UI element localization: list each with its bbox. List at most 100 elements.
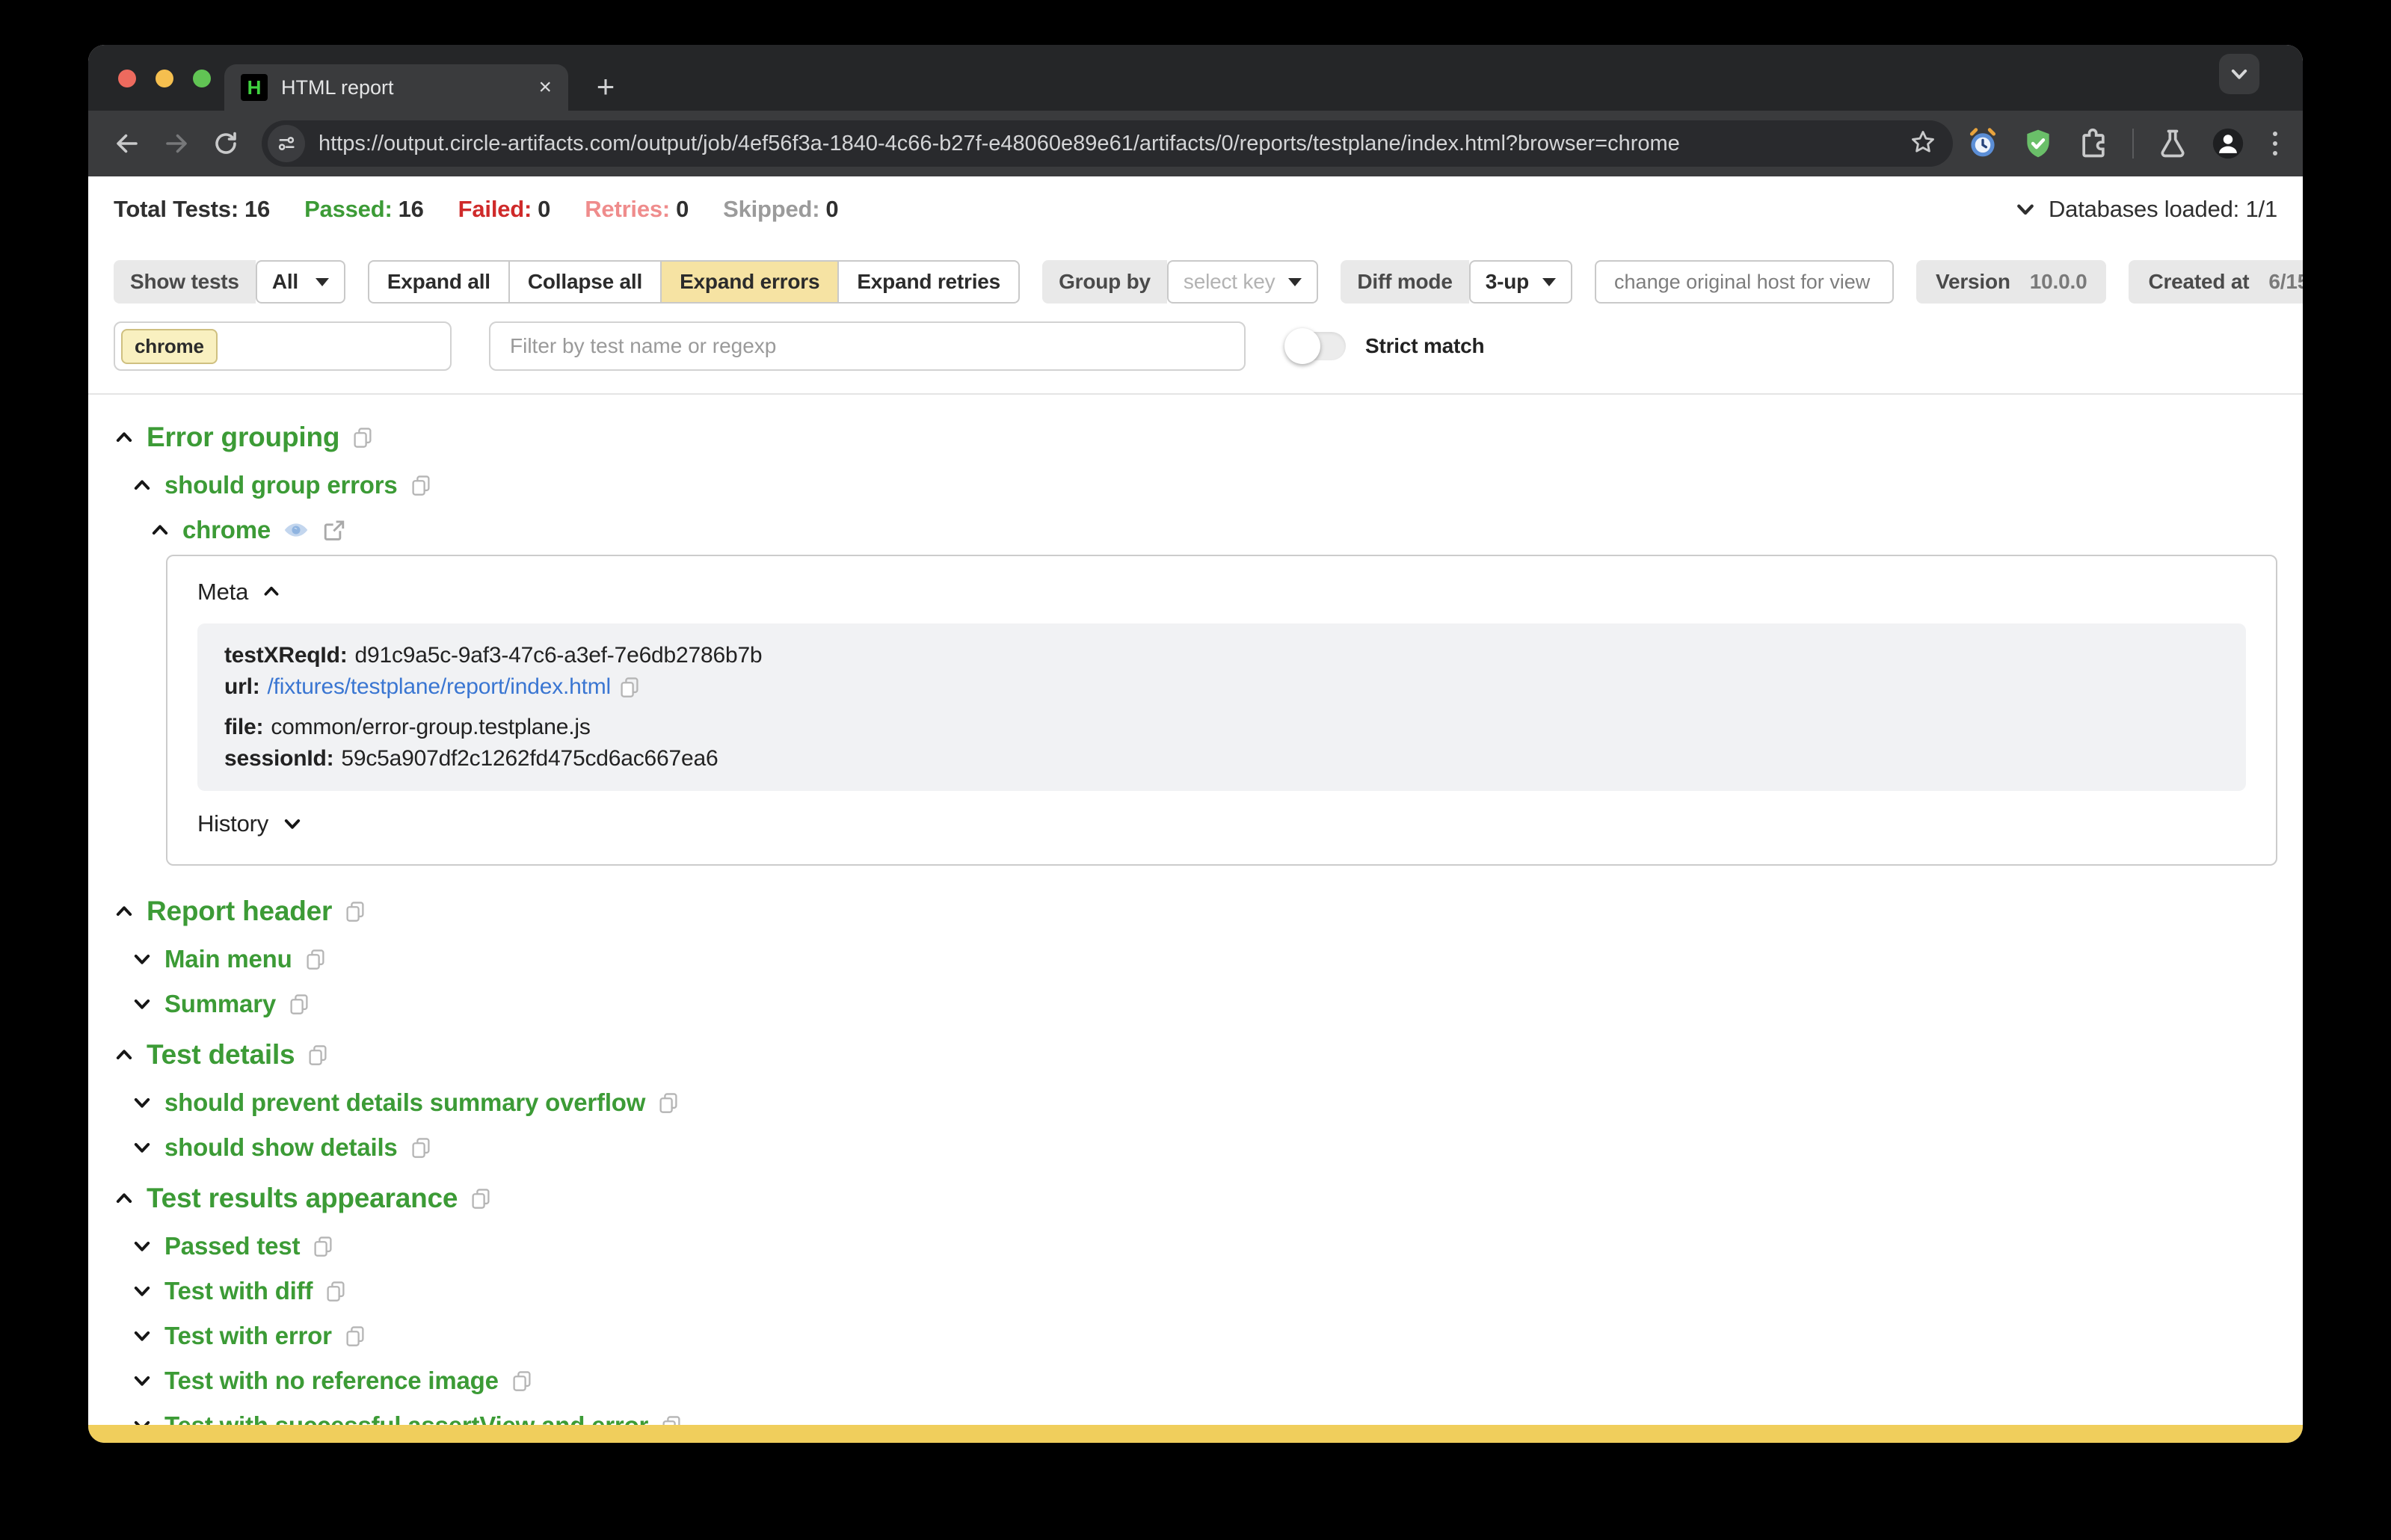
meta-title: Meta xyxy=(197,579,249,605)
test-row[interactable]: Test with no reference image xyxy=(114,1367,2277,1395)
tab-search-button[interactable] xyxy=(2219,54,2259,94)
copy-icon[interactable] xyxy=(304,948,327,970)
strict-match-label: Strict match xyxy=(1365,334,1485,357)
reload-button[interactable] xyxy=(206,124,245,163)
test-title[interactable]: should show details xyxy=(164,1133,398,1162)
chevron-up-icon xyxy=(114,427,135,448)
copy-icon[interactable] xyxy=(410,474,432,496)
back-button[interactable] xyxy=(108,124,147,163)
expand-all-button[interactable]: Expand all xyxy=(367,260,510,304)
stat-retries: Retries: 0 xyxy=(585,196,689,222)
test-title[interactable]: Main menu xyxy=(164,945,292,973)
test-row[interactable]: should group errors xyxy=(114,471,2277,499)
test-tree: Error grouping should group errors chrom… xyxy=(114,395,2277,1425)
browser-title[interactable]: chrome xyxy=(182,516,271,544)
suite-title[interactable]: Test results appearance xyxy=(147,1183,458,1214)
copy-icon[interactable] xyxy=(312,1235,334,1257)
browser-menu-button[interactable] xyxy=(2267,132,2283,155)
browser-filter-input[interactable]: chrome xyxy=(114,321,452,371)
toolbar-divider xyxy=(2132,129,2134,158)
copy-icon[interactable] xyxy=(470,1187,492,1210)
tab-close-icon[interactable]: × xyxy=(538,76,552,99)
test-row[interactable]: Test with error xyxy=(114,1322,2277,1350)
copy-icon[interactable] xyxy=(511,1370,533,1392)
suite-row[interactable]: Report header xyxy=(114,896,2277,927)
test-title[interactable]: Test with diff xyxy=(164,1277,313,1305)
suite-title[interactable]: Report header xyxy=(147,896,332,927)
site-settings-button[interactable] xyxy=(268,125,305,162)
test-title[interactable]: should group errors xyxy=(164,471,398,499)
suite-row[interactable]: Error grouping xyxy=(114,422,2277,453)
diff-mode-select[interactable]: 3-up xyxy=(1468,260,1573,304)
suite-title[interactable]: Error grouping xyxy=(147,422,339,453)
test-row[interactable]: should prevent details summary overflow xyxy=(114,1088,2277,1117)
collapse-all-button[interactable]: Collapse all xyxy=(508,260,662,304)
avatar-icon xyxy=(2212,128,2244,159)
test-title[interactable]: Test with no reference image xyxy=(164,1367,499,1395)
meta-field: testXReqId: d91c9a5c-9af3-47c6-a3ef-7e6db… xyxy=(224,643,763,668)
caret-down-icon xyxy=(1542,278,1557,286)
strict-match-toggle[interactable] xyxy=(1284,328,1346,364)
minimize-window-button[interactable] xyxy=(156,70,173,87)
browser-chip[interactable]: chrome xyxy=(121,328,218,364)
test-title[interactable]: Passed test xyxy=(164,1232,300,1260)
copy-icon[interactable] xyxy=(344,1325,366,1347)
copy-icon[interactable] xyxy=(351,426,374,449)
test-row[interactable]: Main menu xyxy=(114,945,2277,973)
databases-loaded-toggle[interactable]: Databases loaded: 1/1 xyxy=(2014,196,2277,223)
eye-icon[interactable] xyxy=(283,517,310,543)
profile-button[interactable] xyxy=(2212,127,2244,160)
group-by-select[interactable]: select key xyxy=(1166,260,1319,304)
extensions-button[interactable] xyxy=(2077,127,2110,160)
copy-icon[interactable] xyxy=(324,1280,347,1302)
test-name-filter-input[interactable] xyxy=(489,321,1246,371)
share-icon[interactable] xyxy=(321,517,347,543)
chevron-down-icon xyxy=(132,949,153,970)
test-title[interactable]: Summary xyxy=(164,990,276,1018)
new-tab-button[interactable]: + xyxy=(588,69,624,105)
chevron-down-icon xyxy=(2014,198,2037,221)
test-row[interactable]: Summary xyxy=(114,990,2277,1018)
original-host-input[interactable] xyxy=(1595,260,1895,304)
suite-title[interactable]: Test details xyxy=(147,1039,295,1071)
created-at-pill: Created at6/15/2024, 1:40:04 AM xyxy=(2129,260,2303,304)
suite-row[interactable]: Test results appearance xyxy=(114,1183,2277,1214)
copy-icon[interactable] xyxy=(307,1044,329,1066)
copy-icon[interactable] xyxy=(410,1136,432,1159)
meta-url-link[interactable]: /fixtures/testplane/report/index.html xyxy=(268,671,612,703)
test-title[interactable]: should prevent details summary overflow xyxy=(164,1088,645,1117)
browser-tab[interactable]: H HTML report × xyxy=(224,64,568,111)
expand-retries-button[interactable]: Expand retries xyxy=(837,260,1021,304)
alarm-extension-button[interactable] xyxy=(1966,127,1999,160)
meta-section-toggle[interactable]: Meta xyxy=(197,579,2246,606)
copy-icon[interactable] xyxy=(344,900,366,923)
url-text[interactable]: https://output.circle-artifacts.com/outp… xyxy=(319,132,1901,156)
copy-icon[interactable] xyxy=(657,1091,680,1114)
copy-icon[interactable] xyxy=(618,676,641,698)
databases-loaded-label: Databases loaded: 1/1 xyxy=(2048,196,2277,222)
close-window-button[interactable] xyxy=(118,70,136,87)
address-bar[interactable]: https://output.circle-artifacts.com/outp… xyxy=(262,120,1953,167)
bookmark-button[interactable] xyxy=(1910,129,1936,159)
zoom-window-button[interactable] xyxy=(193,70,211,87)
test-row[interactable]: Test with diff xyxy=(114,1277,2277,1305)
toolbar-extensions xyxy=(1966,127,2283,160)
test-row[interactable]: Passed test xyxy=(114,1232,2277,1260)
chevron-up-icon xyxy=(132,475,153,496)
show-tests-select[interactable]: All xyxy=(255,260,345,304)
forward-button[interactable] xyxy=(157,124,196,163)
section-test-results-appearance: Test results appearance Passed test Test… xyxy=(114,1183,2277,1425)
test-row[interactable]: Test with successful assertView and erro… xyxy=(114,1411,2277,1425)
expand-errors-button[interactable]: Expand errors xyxy=(660,260,840,304)
copy-icon[interactable] xyxy=(288,993,310,1015)
test-title[interactable]: Test with successful assertView and erro… xyxy=(164,1411,648,1425)
history-section-toggle[interactable]: History xyxy=(197,810,2246,837)
test-row[interactable]: should show details xyxy=(114,1133,2277,1162)
report-page: Total Tests: 16 Passed: 16 Failed: 0 Retrie… xyxy=(88,176,2303,1425)
adblock-extension-button[interactable] xyxy=(2022,127,2055,160)
copy-icon[interactable] xyxy=(660,1414,683,1425)
test-title[interactable]: Test with error xyxy=(164,1322,332,1350)
suite-row[interactable]: Test details xyxy=(114,1039,2277,1071)
experiments-button[interactable] xyxy=(2156,127,2189,160)
browser-row[interactable]: chrome xyxy=(114,516,2277,544)
